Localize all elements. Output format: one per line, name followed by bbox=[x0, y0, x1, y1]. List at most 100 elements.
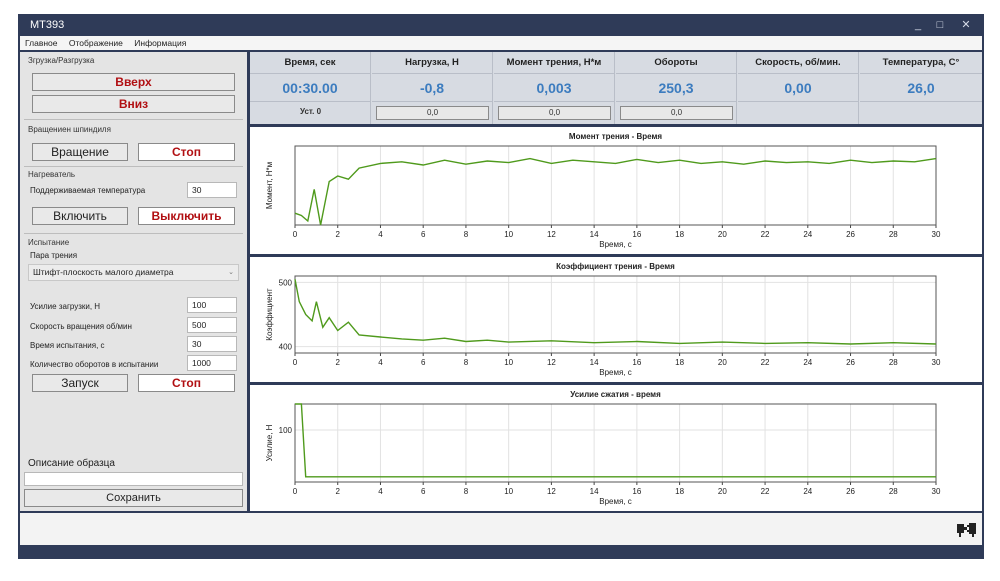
test-stop-button[interactable]: Стоп bbox=[138, 374, 235, 392]
load-column: Нагрузка, Н -0,8 0,0 bbox=[372, 52, 493, 124]
x-tick-label: 14 bbox=[590, 487, 599, 496]
column-sub bbox=[742, 106, 855, 120]
x-tick-label: 8 bbox=[464, 230, 469, 239]
x-tick-label: 16 bbox=[632, 358, 641, 367]
x-tick-label: 28 bbox=[889, 487, 898, 496]
revolutions-column: Обороты 250,3 0,0 bbox=[616, 52, 737, 124]
x-tick-label: 30 bbox=[932, 230, 941, 239]
x-tick-label: 4 bbox=[378, 358, 383, 367]
x-tick-label: 30 bbox=[932, 487, 941, 496]
x-tick-label: 0 bbox=[293, 230, 298, 239]
chevron-down-icon: ⌄ bbox=[228, 269, 234, 276]
column-header: Нагрузка, Н bbox=[372, 52, 492, 74]
chart-title: Усилие сжатия - время bbox=[570, 390, 661, 399]
rotation-speed-label: Скорость вращения об/мин bbox=[30, 322, 132, 331]
x-tick-label: 20 bbox=[718, 358, 727, 367]
window-title: MT393 bbox=[30, 19, 65, 31]
temperature-input[interactable]: 30 bbox=[187, 182, 237, 198]
moment-chart-svg: Момент трения - Время0 2 4 6 8 10 12 14 16 18 20 22… bbox=[265, 132, 941, 249]
minimize-icon[interactable]: _ bbox=[910, 17, 926, 33]
sample-description-label: Описание образца bbox=[28, 458, 115, 469]
x-tick-label: 4 bbox=[378, 230, 383, 239]
menu-item-info[interactable]: Информация bbox=[129, 36, 190, 48]
series-line bbox=[294, 157, 937, 226]
x-tick-label: 30 bbox=[932, 358, 941, 367]
load-force-input[interactable]: 100 bbox=[187, 297, 237, 313]
menu-item-main[interactable]: Главное bbox=[20, 36, 61, 48]
x-tick-label: 8 bbox=[464, 358, 469, 367]
y-axis-label: Коэффициент bbox=[265, 288, 274, 341]
connection-plug-icon[interactable] bbox=[956, 520, 978, 538]
compression-force-chart-svg: Усилие сжатия - время0 2 4 6 8 10 12 14 16 18 20 22… bbox=[265, 390, 941, 506]
x-tick-label: 26 bbox=[846, 487, 855, 496]
control-panel: Згрузка/Разгрузка Вверх Вниз Вращениен ш… bbox=[20, 52, 247, 511]
heater-off-button[interactable]: Выключить bbox=[138, 207, 235, 225]
heater-on-button[interactable]: Включить bbox=[32, 207, 128, 225]
column-header: Температура, C° bbox=[860, 52, 982, 74]
x-tick-label: 4 bbox=[378, 487, 383, 496]
spindle-stop-button[interactable]: Стоп bbox=[138, 143, 235, 161]
up-button[interactable]: Вверх bbox=[32, 73, 235, 91]
test-time-input[interactable]: 30 bbox=[187, 336, 237, 352]
column-value: 26,0 bbox=[860, 74, 982, 102]
sample-description-input[interactable] bbox=[24, 472, 243, 486]
maximize-icon[interactable]: □ bbox=[932, 17, 948, 33]
x-tick-label: 24 bbox=[803, 358, 812, 367]
divider bbox=[24, 166, 243, 167]
column-value: 0,003 bbox=[494, 74, 614, 102]
y-tick-label: 500 bbox=[279, 278, 293, 287]
chart-title: Коэффициент трения - Время bbox=[556, 262, 675, 271]
readout-table: Время, сек 00:30.00 Уст. 0 Нагрузка, Н -… bbox=[250, 52, 982, 124]
temperature-label: Поддерживаемая температура bbox=[30, 186, 146, 195]
x-tick-label: 24 bbox=[803, 230, 812, 239]
x-tick-label: 14 bbox=[590, 358, 599, 367]
friction-pair-label: Пара трения bbox=[30, 251, 78, 260]
load-group-title: Згрузка/Разгрузка bbox=[28, 56, 95, 65]
series-line bbox=[295, 403, 936, 478]
y-tick-label: 100 bbox=[279, 426, 293, 435]
rotate-button[interactable]: Вращение bbox=[32, 143, 128, 161]
status-bar bbox=[20, 513, 982, 545]
x-tick-label: 26 bbox=[846, 358, 855, 367]
start-button[interactable]: Запуск bbox=[32, 374, 128, 392]
x-tick-label: 18 bbox=[675, 230, 684, 239]
column-value: 250,3 bbox=[616, 74, 736, 102]
y-axis-label: Момент, Н*м bbox=[265, 162, 274, 209]
divider bbox=[24, 233, 243, 234]
x-tick-label: 0 bbox=[293, 358, 298, 367]
y-axis-label: Усилие, Н bbox=[265, 424, 274, 461]
x-tick-label: 22 bbox=[761, 487, 770, 496]
x-tick-label: 10 bbox=[504, 230, 513, 239]
heater-group-title: Нагреватель bbox=[28, 170, 76, 179]
plot-frame bbox=[294, 403, 937, 483]
x-tick-label: 6 bbox=[421, 358, 426, 367]
down-button[interactable]: Вниз bbox=[32, 95, 235, 113]
x-tick-label: 12 bbox=[547, 230, 556, 239]
x-tick-label: 12 bbox=[547, 358, 556, 367]
column-header: Момент трения, Н*м bbox=[494, 52, 614, 74]
test-time-label: Время испытания, с bbox=[30, 341, 105, 350]
revolutions-input[interactable]: 1000 bbox=[187, 355, 237, 371]
revolutions-label: Количество оборотов в испытании bbox=[30, 360, 159, 369]
moment-offset-field[interactable]: 0,0 bbox=[498, 106, 611, 120]
x-tick-label: 6 bbox=[421, 487, 426, 496]
save-button[interactable]: Сохранить bbox=[24, 489, 243, 507]
x-tick-label: 18 bbox=[675, 487, 684, 496]
zero-set-button[interactable]: Уст. 0 bbox=[254, 106, 367, 120]
series-line bbox=[294, 279, 937, 345]
revolutions-offset-field[interactable]: 0,0 bbox=[620, 106, 733, 120]
friction-coefficient-chart-svg: Коэффициент трения - Время0 2 4 6 8 10 12 14 16 1… bbox=[265, 262, 941, 377]
menu-item-view[interactable]: Отображение bbox=[64, 36, 127, 48]
friction-coefficient-chart: Коэффициент трения - Время 0 2 4 6 8 10 12 14 16 1… bbox=[250, 257, 982, 382]
x-tick-label: 6 bbox=[421, 230, 426, 239]
rotation-speed-input[interactable]: 500 bbox=[187, 317, 237, 333]
load-offset-field[interactable]: 0,0 bbox=[376, 106, 489, 120]
menu-bar: Главное Отображение Информация bbox=[20, 36, 982, 50]
divider bbox=[24, 119, 243, 120]
column-value: 0,00 bbox=[738, 74, 858, 102]
column-header: Обороты bbox=[616, 52, 736, 74]
close-icon[interactable]: ✕ bbox=[958, 17, 974, 33]
data-panel: Время, сек 00:30.00 Уст. 0 Нагрузка, Н -… bbox=[250, 52, 982, 511]
friction-pair-select[interactable]: Штифт-плоскость малого диаметра ⌄ bbox=[28, 264, 239, 281]
column-header: Скорость, об/мин. bbox=[738, 52, 858, 74]
